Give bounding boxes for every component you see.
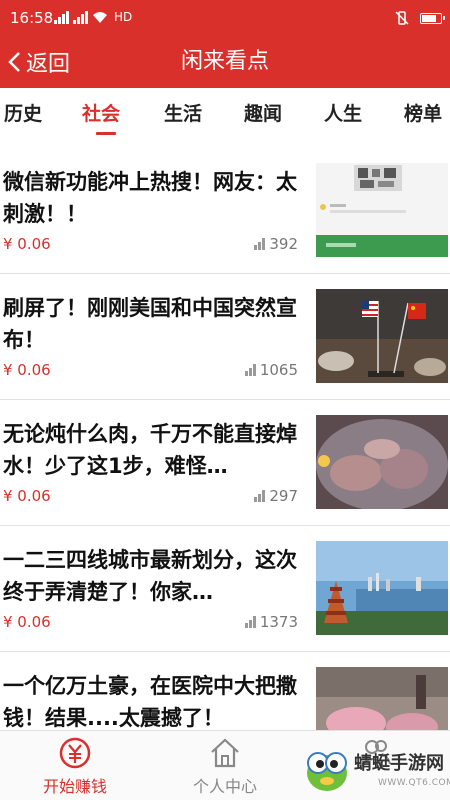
status-bar: 16:58 HD	[0, 0, 450, 36]
site-watermark: 蜻蜓手游网 WWW.QT6.COM	[302, 735, 450, 800]
status-right-icons	[394, 10, 445, 26]
views-bar-icon	[244, 616, 256, 628]
feed-item-title: 无论炖什么肉，千万不能直接焯水！少了这1步，难怪…	[3, 422, 297, 478]
news-feed: 微信新功能冲上热搜！网友：太刺激！！ ¥ 0.06 392 刷屏了！刚刚美国和中…	[0, 148, 450, 730]
vibrate-mute-icon	[395, 11, 409, 25]
tab-life[interactable]: 生活	[164, 88, 202, 144]
watermark-url: WWW.QT6.COM	[378, 778, 450, 788]
feed-item-thumbnail	[316, 415, 448, 509]
feed-item-view-count: 297	[269, 487, 298, 505]
feed-item[interactable]: 刷屏了！刚刚美国和中国突然宣布！ ¥ 0.06 1065	[0, 274, 450, 400]
feed-item-view-count: 1065	[259, 361, 298, 379]
nav-start-earning[interactable]: 开始赚钱	[0, 731, 150, 800]
feed-item-reward: ¥ 0.06	[3, 235, 51, 253]
feed-item-thumbnail	[316, 289, 448, 383]
feed-item-reward: ¥ 0.06	[3, 613, 51, 631]
signal-icon	[54, 11, 69, 24]
feed-item-thumbnail	[316, 163, 448, 257]
battery-icon	[420, 12, 445, 24]
feed-item-reward: ¥ 0.06	[3, 361, 51, 379]
feed-item[interactable]: 无论炖什么肉，千万不能直接焯水！少了这1步，难怪… ¥ 0.06 297	[0, 400, 450, 526]
tab-trivia[interactable]: 趣闻	[244, 88, 282, 144]
dragonfly-mascot-logo	[307, 752, 347, 791]
active-tab-indicator	[96, 132, 116, 135]
tab-society[interactable]: 社会	[82, 88, 120, 144]
feed-item-thumbnail	[316, 667, 448, 730]
feed-item-title: 一二三四线城市最新划分，这次终于弄清楚了！你家…	[3, 548, 297, 604]
back-button[interactable]: 返回	[0, 36, 70, 88]
chevron-left-icon	[8, 52, 20, 72]
status-network-icons: HD	[54, 11, 132, 24]
feed-item-title: 一个亿万土豪，在医院中大把撒钱！结果....太震撼了！	[3, 674, 297, 730]
back-label: 返回	[26, 52, 71, 77]
app-header: 返回 闲来看点	[0, 36, 450, 88]
tab-rankings[interactable]: 榜单	[404, 88, 442, 144]
feed-item[interactable]: 微信新功能冲上热搜！网友：太刺激！！ ¥ 0.06 392	[0, 148, 450, 274]
feed-item-thumbnail	[316, 541, 448, 635]
feed-item[interactable]: 一个亿万土豪，在医院中大把撒钱！结果....太震撼了！	[0, 652, 450, 730]
views-bar-icon	[254, 238, 266, 250]
signal-icon	[73, 11, 88, 24]
feed-item-view-count: 1373	[259, 613, 298, 631]
watermark-name: 蜻蜓手游网	[354, 753, 444, 774]
nav-label: 开始赚钱	[42, 777, 107, 796]
feed-item-reward: ¥ 0.06	[3, 487, 51, 505]
network-type-label: HD	[114, 10, 133, 24]
status-time: 16:58	[10, 9, 54, 27]
views-bar-icon	[254, 490, 266, 502]
feed-item-views: 1065	[244, 361, 298, 379]
feed-item-views: 392	[254, 235, 298, 253]
feed-item-title: 微信新功能冲上热搜！网友：太刺激！！	[3, 170, 297, 226]
feed-item[interactable]: 一二三四线城市最新划分，这次终于弄清楚了！你家… ¥ 0.06 1373	[0, 526, 450, 652]
nav-label: 个人中心	[192, 777, 257, 796]
tab-life-stories[interactable]: 人生	[324, 88, 362, 144]
feed-item-title: 刷屏了！刚刚美国和中国突然宣布！	[3, 296, 297, 352]
nav-profile[interactable]: 个人中心	[150, 731, 300, 800]
category-tabs: 历史 社会 生活 趣闻 人生 榜单	[0, 88, 450, 144]
feed-item-views: 297	[254, 487, 298, 505]
views-bar-icon	[244, 364, 256, 376]
feed-item-view-count: 392	[269, 235, 298, 253]
yuan-coin-icon	[59, 737, 91, 769]
feed-item-views: 1373	[244, 613, 298, 631]
home-icon	[211, 738, 239, 768]
tab-history[interactable]: 历史	[4, 88, 42, 144]
wifi-icon	[93, 12, 107, 23]
